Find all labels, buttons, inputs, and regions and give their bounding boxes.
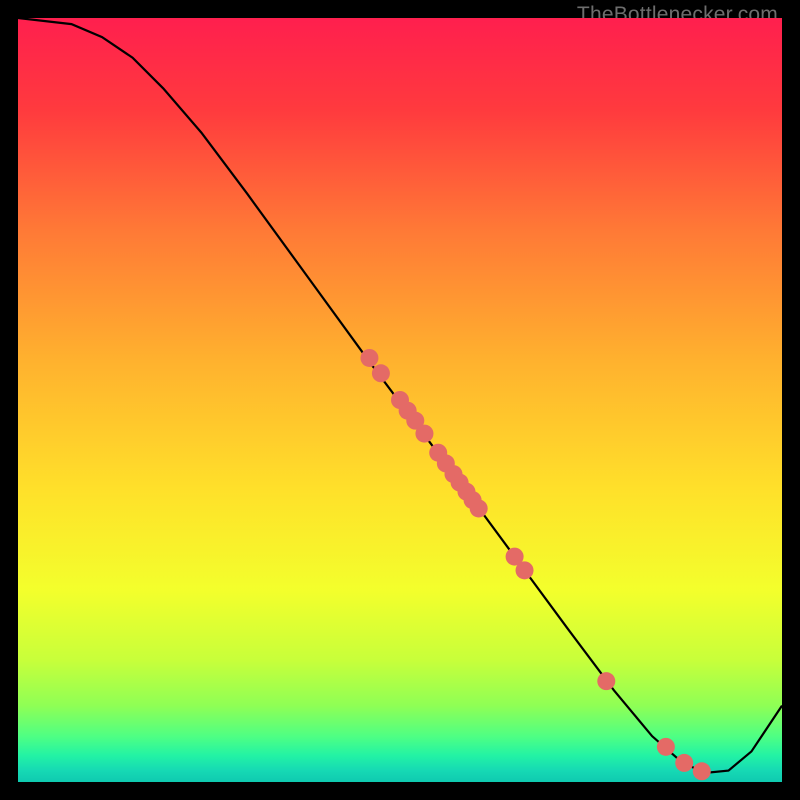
data-marker (360, 349, 378, 367)
chart-stage: TheBottlenecker.com (0, 0, 800, 800)
data-marker (415, 425, 433, 443)
data-marker (693, 762, 711, 780)
data-marker (597, 672, 615, 690)
data-marker (657, 738, 675, 756)
data-marker (372, 364, 390, 382)
data-marker (675, 754, 693, 772)
chart-svg (18, 18, 782, 782)
data-marker (516, 561, 534, 579)
data-marker (470, 499, 488, 517)
plot-area (18, 18, 782, 782)
